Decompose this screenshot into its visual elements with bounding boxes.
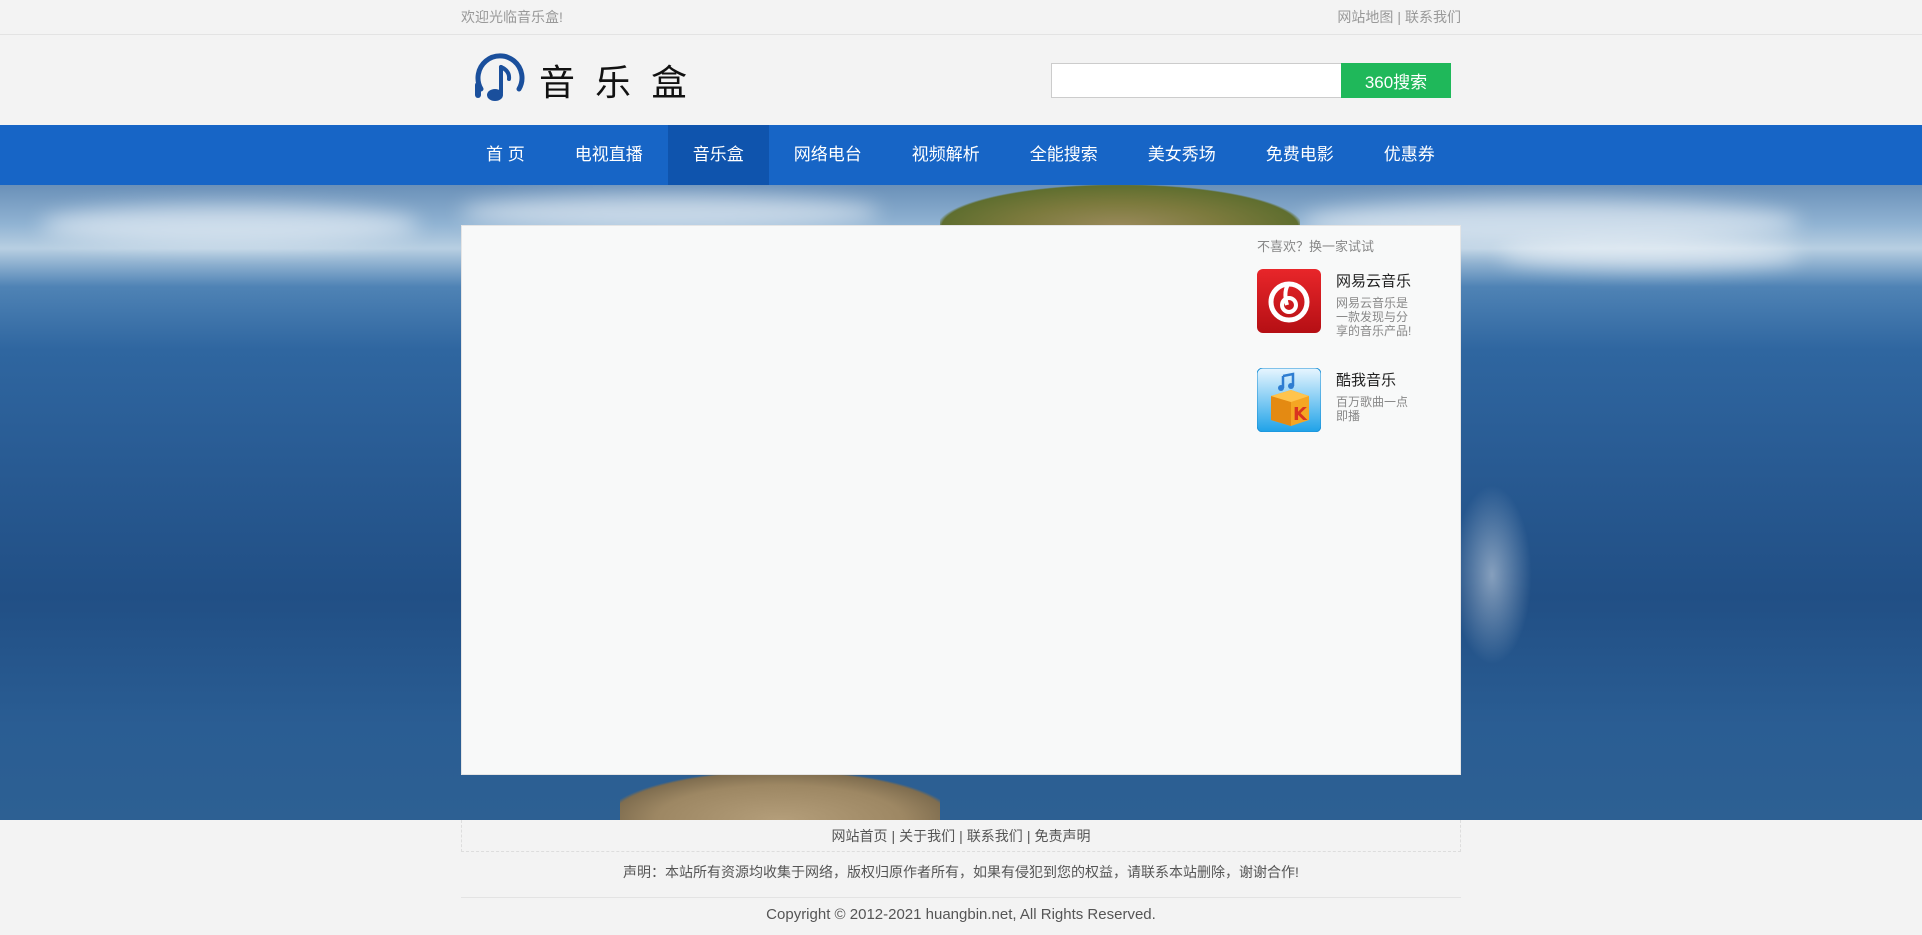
app-netease[interactable]: 网易云音乐 网易云音乐是一款发现与分享的音乐产品! bbox=[1257, 269, 1457, 338]
svg-text:K: K bbox=[1293, 404, 1308, 425]
footer-link-disclaimer[interactable]: 免责声明 bbox=[1034, 828, 1090, 844]
footer-link-contact[interactable]: 联系我们 bbox=[967, 828, 1023, 844]
app-description: 百万歌曲一点即播 bbox=[1336, 395, 1409, 423]
nav-item-radio[interactable]: 网络电台 bbox=[769, 125, 887, 185]
separator: | bbox=[959, 828, 963, 844]
copyright-text: Copyright © 2012-2021 huangbin.net, All … bbox=[766, 906, 1156, 923]
netease-music-icon bbox=[1257, 269, 1321, 333]
search-input[interactable] bbox=[1051, 62, 1341, 98]
footer-link-about[interactable]: 关于我们 bbox=[899, 828, 955, 844]
header: 音乐盒 360搜索 bbox=[0, 35, 1922, 125]
nav-item-video-parse[interactable]: 视频解析 bbox=[887, 125, 1005, 185]
sitemap-link[interactable]: 网站地图 bbox=[1337, 9, 1393, 25]
separator: | bbox=[1397, 9, 1401, 25]
top-links: 网站地图 | 联系我们 bbox=[1337, 7, 1461, 27]
nav-item-free-movies[interactable]: 免费电影 bbox=[1241, 125, 1359, 185]
nav-item-tv-live[interactable]: 电视直播 bbox=[550, 125, 668, 185]
top-bar: 欢迎光临音乐盒! 网站地图 | 联系我们 bbox=[0, 0, 1922, 35]
welcome-text: 欢迎光临音乐盒! bbox=[461, 9, 563, 25]
footer-divider bbox=[461, 897, 1461, 898]
switch-hint: 不喜欢？换一家试试 bbox=[1257, 239, 1375, 254]
island-image bbox=[940, 185, 1300, 227]
kuwo-music-icon: K bbox=[1257, 368, 1321, 432]
app-name: 酷我音乐 bbox=[1336, 372, 1397, 389]
search-form: 360搜索 bbox=[1051, 62, 1451, 98]
footer-link-home[interactable]: 网站首页 bbox=[832, 828, 888, 844]
footer-links: 网站首页 | 关于我们 | 联系我们 | 免责声明 bbox=[461, 820, 1461, 852]
rocks-image bbox=[620, 775, 940, 820]
logo-text: 音乐盒 bbox=[539, 63, 708, 104]
main-nav: 首 页 电视直播 音乐盒 网络电台 视频解析 全能搜索 美女秀场 免费电影 优惠… bbox=[0, 125, 1922, 185]
nav-item-home[interactable]: 首 页 bbox=[461, 125, 550, 185]
nav-item-coupons[interactable]: 优惠券 bbox=[1359, 125, 1460, 185]
alternative-apps: 不喜欢？换一家试试 网易云音乐 网易云音乐是一款发现与分享的音乐产品! K 酷我… bbox=[1257, 236, 1457, 462]
nav-item-music-box[interactable]: 音乐盒 bbox=[667, 125, 769, 185]
contact-link[interactable]: 联系我们 bbox=[1405, 9, 1461, 25]
search-button[interactable]: 360搜索 bbox=[1341, 62, 1451, 98]
app-kuwo[interactable]: K 酷我音乐 百万歌曲一点即播 bbox=[1257, 368, 1457, 432]
app-description: 网易云音乐是一款发现与分享的音乐产品! bbox=[1336, 296, 1412, 338]
separator: | bbox=[891, 828, 896, 844]
nav-item-search-all[interactable]: 全能搜索 bbox=[1005, 125, 1123, 185]
headphone-note-icon bbox=[475, 53, 525, 101]
nav-item-beauty-show[interactable]: 美女秀场 bbox=[1123, 125, 1241, 185]
copyright-notice: 声明：本站所有资源均收集于网络，版权归原作者所有，如果有侵犯到您的权益，请联系本… bbox=[623, 864, 1299, 880]
logo[interactable]: 音乐盒 bbox=[469, 49, 707, 111]
music-player-panel: 不喜欢？换一家试试 网易云音乐 网易云音乐是一款发现与分享的音乐产品! K 酷我… bbox=[461, 225, 1461, 775]
app-name: 网易云音乐 bbox=[1336, 273, 1412, 290]
separator: | bbox=[1026, 828, 1031, 844]
